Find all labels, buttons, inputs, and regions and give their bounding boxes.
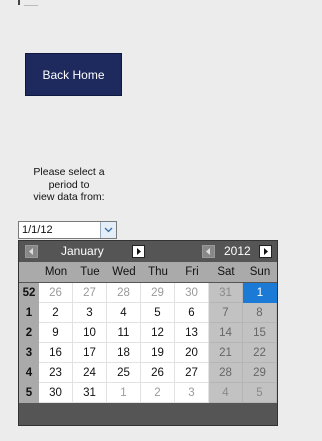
arrow-left-icon	[29, 248, 33, 255]
day-cell[interactable]: 20	[175, 343, 209, 363]
weekday-label: Fri	[175, 262, 209, 282]
day-cell[interactable]: 5	[141, 303, 175, 323]
day-cell[interactable]: 2	[141, 383, 175, 403]
day-cell[interactable]: 18	[107, 343, 141, 363]
weekday-label: Sat	[209, 262, 243, 282]
weekday-label: Tue	[73, 262, 107, 282]
day-cell[interactable]: 30	[39, 383, 73, 403]
prev-month-button[interactable]	[25, 245, 38, 258]
arrow-right-icon	[264, 248, 268, 255]
day-cell[interactable]: 13	[175, 323, 209, 343]
day-cell[interactable]: 10	[73, 323, 107, 343]
next-month-button[interactable]	[132, 245, 145, 258]
top-edge-line	[24, 5, 38, 6]
dropdown-button[interactable]	[100, 222, 116, 238]
day-cell[interactable]: 11	[107, 323, 141, 343]
week-number: 52	[19, 283, 39, 303]
week-header-corner	[19, 262, 39, 282]
calendar-popup: January 2012 Mon Tue Wed Thu Fri Sat Sun 52 26 27…	[18, 240, 278, 426]
day-cell[interactable]: 15	[243, 323, 277, 343]
prev-year-button[interactable]	[202, 245, 215, 258]
calendar-week-row: 2 9 10 11 12 13 14 15	[19, 323, 277, 343]
week-number: 1	[19, 303, 39, 323]
selected-day-cell[interactable]: 1	[243, 283, 277, 303]
day-cell[interactable]: 5	[243, 383, 277, 403]
calendar-week-row: 12345678	[19, 303, 277, 323]
chevron-down-icon	[104, 227, 113, 233]
week-number: 5	[19, 383, 39, 403]
day-cell[interactable]: 31	[73, 383, 107, 403]
day-cell[interactable]: 14	[209, 323, 243, 343]
day-cell[interactable]: 6	[175, 303, 209, 323]
day-cell[interactable]: 8	[243, 303, 277, 323]
day-cell[interactable]: 2	[39, 303, 73, 323]
day-cell[interactable]: 3	[73, 303, 107, 323]
calendar-week-row: 3 16 17 18 19 20 21 22	[19, 343, 277, 363]
date-value: 1/1/12	[22, 224, 53, 236]
calendar-week-row: 4 23 24 25 26 27 28 29	[19, 363, 277, 383]
week-number: 3	[19, 343, 39, 363]
next-year-button[interactable]	[259, 245, 272, 258]
day-cell[interactable]: 4	[209, 383, 243, 403]
arrow-left-icon	[206, 248, 210, 255]
weekday-label: Sun	[243, 262, 277, 282]
top-edge-mark	[18, 0, 20, 5]
day-cell[interactable]: 29	[243, 363, 277, 383]
day-cell[interactable]: 28	[107, 283, 141, 303]
period-prompt: Please select a period to view data from…	[33, 166, 105, 203]
day-cell[interactable]: 29	[141, 283, 175, 303]
day-cell[interactable]: 3	[175, 383, 209, 403]
day-cell[interactable]: 16	[39, 343, 73, 363]
week-number: 2	[19, 323, 39, 343]
day-cell[interactable]: 25	[107, 363, 141, 383]
calendar-week-row: 5 30 31 1 2 3 4 5	[19, 383, 277, 403]
day-cell[interactable]: 17	[73, 343, 107, 363]
day-cell[interactable]: 23	[39, 363, 73, 383]
date-picker-field[interactable]: 1/1/12	[18, 221, 117, 239]
weekday-label: Mon	[39, 262, 73, 282]
calendar-header: January 2012	[19, 241, 277, 262]
day-cell[interactable]: 27	[175, 363, 209, 383]
week-number: 4	[19, 363, 39, 383]
day-cell[interactable]: 1	[107, 383, 141, 403]
day-cell[interactable]: 21	[209, 343, 243, 363]
day-cell[interactable]: 7	[209, 303, 243, 323]
day-cell[interactable]: 30	[175, 283, 209, 303]
arrow-right-icon	[137, 248, 141, 255]
weekday-label: Wed	[107, 262, 141, 282]
year-label[interactable]: 2012	[224, 244, 251, 258]
day-cell[interactable]: 22	[243, 343, 277, 363]
day-cell[interactable]: 19	[141, 343, 175, 363]
back-home-button[interactable]: Back Home	[25, 53, 122, 96]
day-cell[interactable]: 31	[209, 283, 243, 303]
month-label[interactable]: January	[61, 244, 104, 258]
weekday-label: Thu	[141, 262, 175, 282]
day-cell[interactable]: 26	[39, 283, 73, 303]
day-cell[interactable]: 26	[141, 363, 175, 383]
day-cell[interactable]: 9	[39, 323, 73, 343]
day-cell[interactable]: 12	[141, 323, 175, 343]
day-cell[interactable]: 4	[107, 303, 141, 323]
day-cell[interactable]: 24	[73, 363, 107, 383]
day-cell[interactable]: 27	[73, 283, 107, 303]
weekday-header-row: Mon Tue Wed Thu Fri Sat Sun	[19, 262, 277, 282]
calendar-week-row: 52 26 27 28 29 30 31 1	[19, 283, 277, 303]
day-cell[interactable]: 28	[209, 363, 243, 383]
